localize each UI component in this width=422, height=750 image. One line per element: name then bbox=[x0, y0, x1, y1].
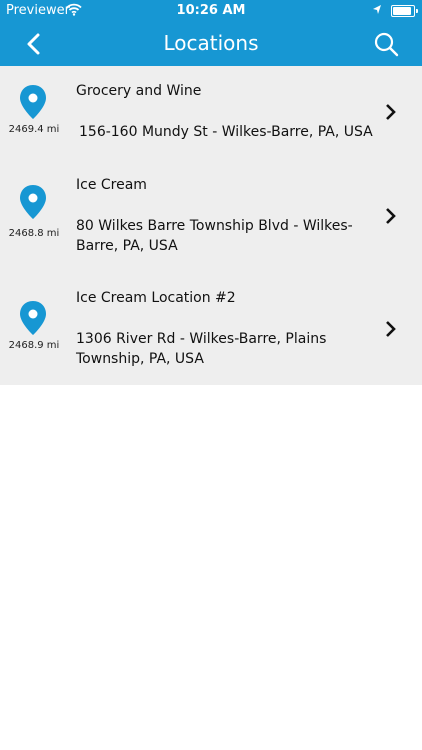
location-distance: 2469.4 mi bbox=[8, 124, 60, 135]
locations-list: 2469.4 mi Grocery and Wine 156-160 Mundy… bbox=[0, 66, 422, 385]
location-address: 80 Wilkes Barre Township Blvd - Wilkes-B… bbox=[76, 218, 353, 254]
location-row[interactable]: 2468.8 mi Ice Cream 80 Wilkes Barre Town… bbox=[0, 164, 422, 277]
chevron-right-icon bbox=[384, 207, 398, 225]
location-address: 156-160 Mundy St - Wilkes-Barre, PA, USA bbox=[79, 124, 373, 140]
map-pin-icon bbox=[18, 300, 48, 336]
location-distance: 2468.9 mi bbox=[8, 340, 60, 351]
map-pin-icon bbox=[18, 184, 48, 220]
location-row[interactable]: 2469.4 mi Grocery and Wine 156-160 Mundy… bbox=[0, 66, 422, 164]
location-name: Ice Cream bbox=[76, 177, 147, 193]
location-name: Grocery and Wine bbox=[76, 83, 202, 99]
search-button[interactable] bbox=[373, 31, 399, 57]
nav-bar: Locations bbox=[0, 22, 422, 66]
chevron-right-icon bbox=[384, 103, 398, 121]
chevron-right-icon bbox=[384, 320, 398, 338]
location-distance: 2468.8 mi bbox=[8, 228, 60, 239]
location-address: 1306 River Rd - Wilkes-Barre, Plains Tow… bbox=[76, 331, 327, 367]
page-title: Locations bbox=[163, 31, 259, 55]
location-row[interactable]: 2468.9 mi Ice Cream Location #2 1306 Riv… bbox=[0, 277, 422, 385]
status-bar: Previewer 10:26 AM bbox=[0, 0, 422, 22]
battery-icon bbox=[391, 5, 418, 17]
map-pin-icon bbox=[18, 84, 48, 120]
location-name: Ice Cream Location #2 bbox=[76, 290, 236, 306]
location-arrow-icon bbox=[372, 4, 382, 19]
status-time: 10:26 AM bbox=[176, 3, 246, 18]
search-icon bbox=[374, 32, 399, 57]
